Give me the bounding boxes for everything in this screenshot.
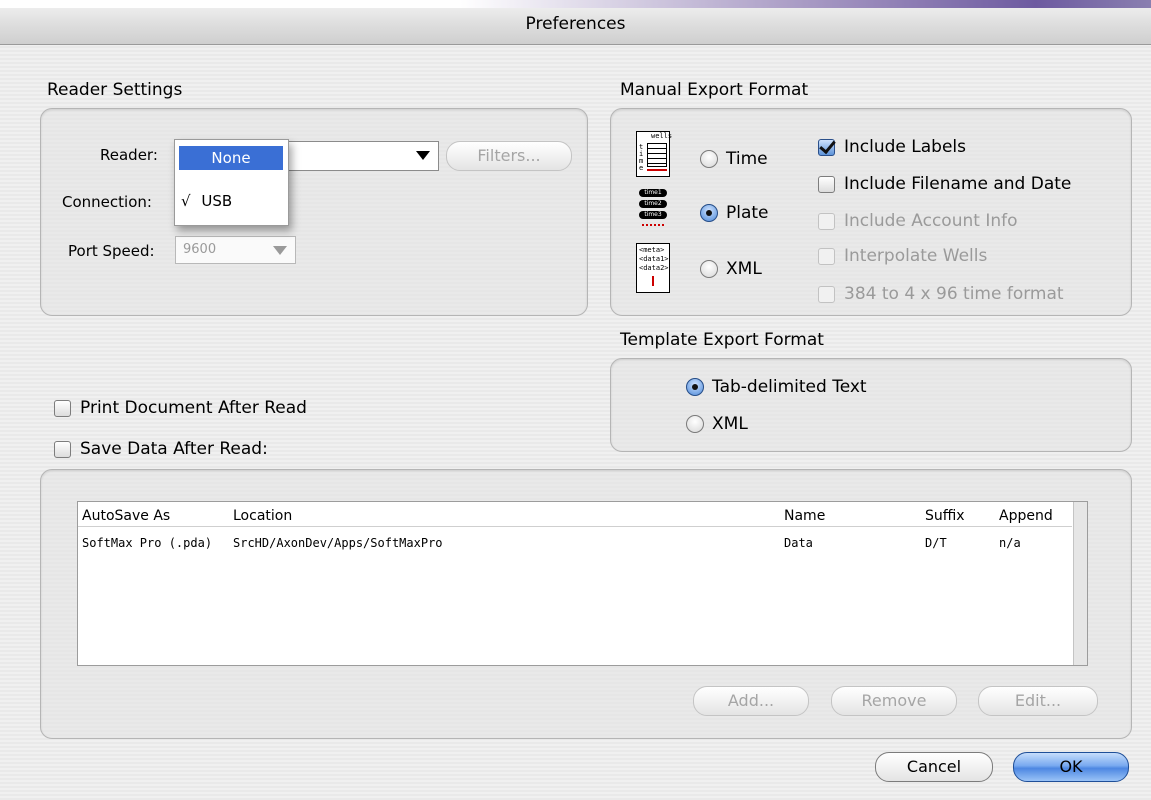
plate-radio[interactable] (700, 204, 718, 222)
add-button[interactable]: Add... (693, 686, 809, 716)
reader-settings-group (40, 108, 588, 316)
background-window-strip (0, 0, 1151, 8)
include-account-info-checkbox[interactable] (818, 213, 835, 230)
tab-delimited-radio[interactable] (686, 378, 704, 396)
reader-dropdown-menu: None √ USB (174, 139, 289, 226)
time-option-label: Time (726, 149, 768, 169)
cancel-button[interactable]: Cancel (875, 752, 993, 782)
template-xml-label: XML (712, 414, 748, 434)
menu-item-usb-label: USB (201, 192, 233, 210)
tab-delimited-label: Tab-delimited Text (712, 377, 867, 397)
manual-export-heading: Manual Export Format (620, 80, 809, 100)
column-header-location[interactable]: Location (233, 508, 292, 524)
reader-settings-heading: Reader Settings (47, 80, 183, 100)
filters-button[interactable]: Filters... (446, 141, 572, 171)
print-after-read-label: Print Document After Read (80, 398, 307, 418)
cell-suffix: D/T (925, 536, 947, 550)
column-header-autosave-as[interactable]: AutoSave As (82, 508, 170, 524)
time-radio[interactable] (700, 150, 718, 168)
interpolate-wells-label: Interpolate Wells (844, 246, 988, 266)
menu-item-none[interactable]: None (179, 146, 283, 170)
save-after-read-label: Save Data After Read: (80, 439, 268, 459)
include-labels-checkbox[interactable] (818, 139, 835, 156)
table-scrollbar[interactable] (1073, 502, 1087, 665)
window-title: Preferences (525, 14, 626, 34)
print-after-read-checkbox[interactable] (54, 400, 71, 417)
port-speed-value: 9600 (183, 242, 217, 257)
chevron-down-icon (273, 246, 287, 255)
column-header-append[interactable]: Append (999, 508, 1053, 524)
column-header-name[interactable]: Name (784, 508, 825, 524)
chevron-down-icon (416, 151, 430, 160)
include-filename-date-label: Include Filename and Date (844, 174, 1072, 194)
save-after-read-checkbox[interactable] (54, 441, 71, 458)
remove-button[interactable]: Remove (831, 686, 957, 716)
template-export-group (610, 358, 1132, 452)
port-speed-label: Port Speed: (68, 242, 155, 260)
template-xml-radio[interactable] (686, 415, 704, 433)
cell-append: n/a (999, 536, 1021, 550)
cell-name: Data (784, 536, 813, 550)
time-format-384-checkbox[interactable] (818, 286, 835, 303)
template-export-heading: Template Export Format (620, 330, 824, 350)
title-bar: Preferences (0, 0, 1151, 45)
include-filename-date-checkbox[interactable] (818, 176, 835, 193)
interpolate-wells-checkbox[interactable] (818, 248, 835, 265)
include-labels-label: Include Labels (844, 137, 967, 157)
cell-autosave-as: SoftMax Pro (.pda) (82, 536, 213, 550)
time-format-icon: wells time (636, 131, 672, 177)
autosave-table[interactable]: AutoSave As Location Name Suffix Append … (77, 501, 1088, 666)
plate-option-label: Plate (726, 203, 769, 223)
xml-format-icon: <meta> <data1> <data2> (636, 243, 670, 293)
ok-button[interactable]: OK (1013, 752, 1129, 782)
time-format-384-label: 384 to 4 x 96 time format (844, 284, 1064, 304)
port-speed-popup[interactable]: 9600 (175, 236, 296, 264)
header-divider (78, 526, 1072, 527)
edit-button[interactable]: Edit... (978, 686, 1098, 716)
reader-label: Reader: (100, 146, 158, 164)
menu-item-usb[interactable]: √ USB (181, 192, 232, 210)
plate-format-icon: time1 time2 time3 (636, 186, 670, 238)
cell-location: SrcHD/AxonDev/Apps/SoftMaxPro (233, 536, 443, 550)
column-header-suffix[interactable]: Suffix (925, 508, 965, 524)
xml-radio[interactable] (700, 260, 718, 278)
xml-option-label: XML (726, 259, 762, 279)
include-account-info-label: Include Account Info (844, 211, 1018, 231)
checkmark-icon: √ (181, 192, 191, 210)
connection-label: Connection: (62, 193, 152, 211)
